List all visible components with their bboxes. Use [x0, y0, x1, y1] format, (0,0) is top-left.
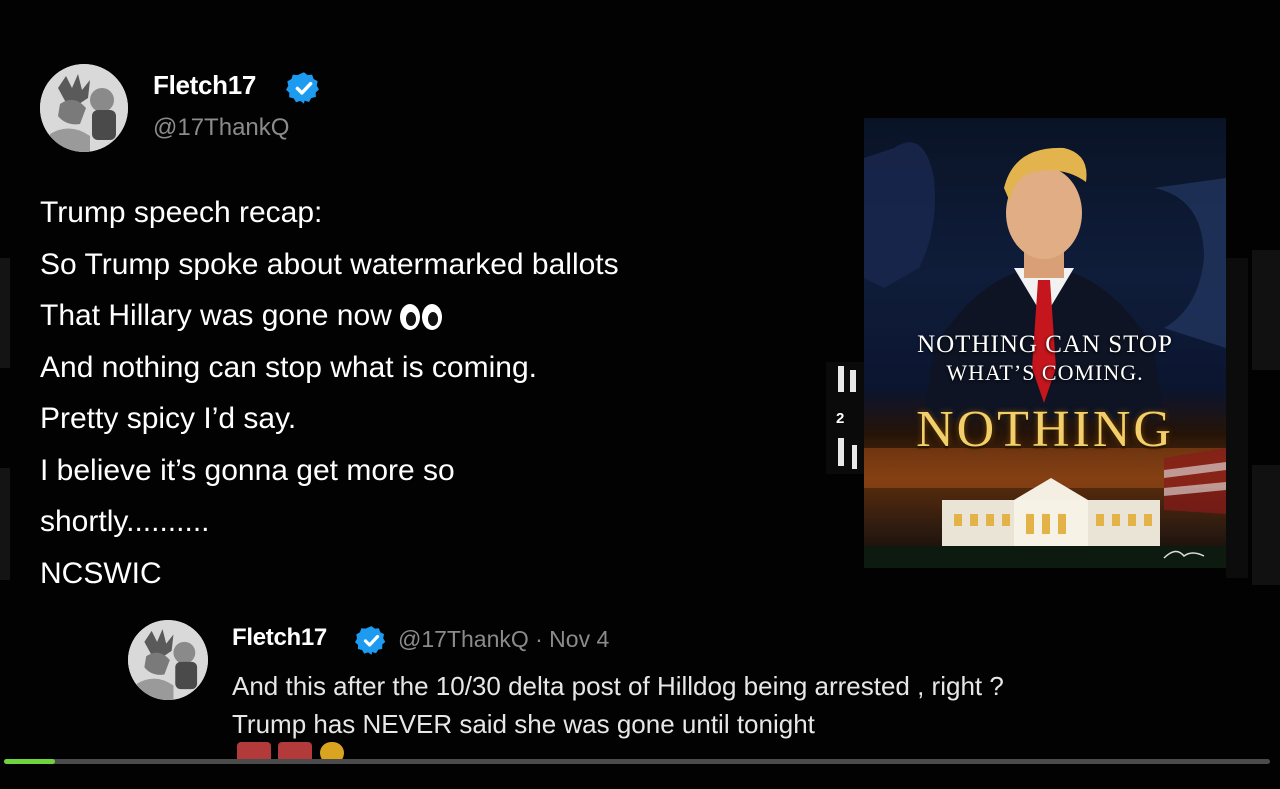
- avatar-image: [128, 620, 208, 700]
- avatar-image: [40, 64, 128, 152]
- tweet-line-text: That Hillary was gone now: [40, 299, 392, 332]
- video-progress-bar[interactable]: [4, 759, 1270, 764]
- background-shape: [0, 468, 10, 580]
- poster-title: Nothing: [916, 401, 1174, 458]
- video-progress-fill: [4, 759, 55, 764]
- tweet-line-with-emoji: That Hillary was gone now: [40, 290, 810, 342]
- background-shape: [1252, 465, 1280, 585]
- avatar[interactable]: [40, 64, 128, 152]
- tweet-line: NCSWIC: [40, 556, 162, 590]
- reply-text: And this after the 10/30 delta post of H…: [232, 667, 1232, 743]
- background-shape: [1252, 250, 1280, 370]
- reply-avatar[interactable]: [128, 620, 208, 700]
- tweet-line: So Trump spoke about watermarked ballots: [40, 247, 619, 281]
- background-shape: [838, 366, 844, 392]
- reply-line: And this after the 10/30 delta post of H…: [232, 671, 1004, 701]
- overlay-badge: 2: [836, 410, 845, 427]
- tweet-image[interactable]: Nothing can stop what’s coming. Nothing: [864, 118, 1226, 568]
- reply-display-name[interactable]: Fletch17: [232, 624, 327, 652]
- background-shape: [838, 438, 844, 466]
- verified-badge-icon: [355, 626, 386, 655]
- background-shape: [850, 370, 856, 392]
- tweet-line: Trump speech recap:: [40, 196, 323, 229]
- poster-headline: what’s coming.: [946, 360, 1144, 385]
- reply-handle-date[interactable]: @17ThankQ · Nov 4: [398, 626, 609, 653]
- tweet-line: I believe it’s gonna get more so: [40, 453, 455, 487]
- background-shape: [1226, 258, 1248, 578]
- reply-line: Trump has NEVER said she was gone until …: [232, 709, 815, 739]
- tweet-line: And nothing can stop what is coming.: [40, 350, 537, 384]
- background-shape: [852, 445, 857, 469]
- video-frame: 2 Fletch17 @17ThankQ Trump speech recap:…: [0, 0, 1280, 789]
- poster-headline: Nothing can stop: [917, 331, 1173, 358]
- display-name[interactable]: Fletch17: [153, 70, 256, 101]
- background-shape: [0, 258, 10, 368]
- tweet-text: Trump speech recap: So Trump spoke about…: [40, 187, 810, 599]
- eyes-icon: [399, 304, 442, 331]
- background-shape: [826, 362, 864, 474]
- handle[interactable]: @17ThankQ: [153, 114, 289, 142]
- tweet-line: shortly..........: [40, 505, 210, 538]
- tweet-line: Pretty spicy I’d say.: [40, 402, 297, 435]
- verified-badge-icon: [286, 72, 319, 104]
